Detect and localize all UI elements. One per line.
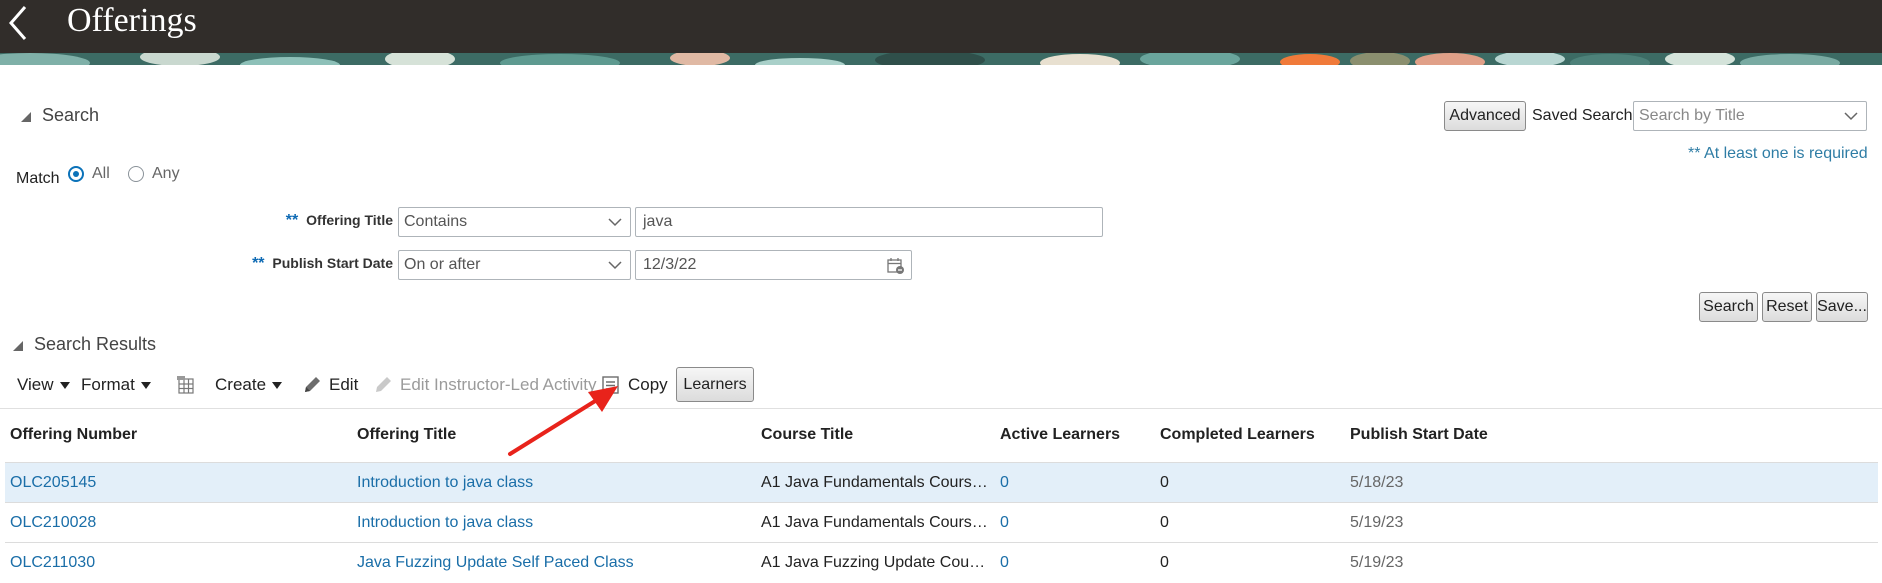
publish-date-operator-select[interactable]: On or after	[398, 250, 631, 280]
page-title: Offerings	[67, 2, 197, 39]
save-search-button[interactable]: Save...	[1816, 292, 1868, 322]
search-section-header[interactable]: Search	[20, 105, 99, 126]
active-learners-link[interactable]: 0	[1000, 554, 1009, 572]
column-header-offering-title[interactable]: Offering Title	[357, 426, 456, 444]
completed-learners-cell: 0	[1160, 514, 1169, 531]
offering-number-link[interactable]: OLC211030	[10, 554, 95, 572]
completed-learners-cell: 0	[1160, 554, 1169, 571]
table-row[interactable]: OLC211030 Java Fuzzing Update Self Paced…	[5, 542, 1878, 583]
offering-title-link[interactable]: Introduction to java class	[357, 514, 533, 532]
match-option-any: Any	[152, 165, 180, 182]
radio-selected-icon	[68, 166, 84, 182]
offering-title-input[interactable]: java	[635, 207, 1103, 237]
match-all-radio[interactable]: All	[68, 165, 110, 183]
reset-button[interactable]: Reset	[1762, 292, 1812, 322]
publish-date-value: 12/3/22	[643, 256, 697, 273]
completed-learners-cell: 0	[1160, 474, 1169, 491]
column-header-active-learners[interactable]: Active Learners	[1000, 426, 1120, 444]
pencil-icon	[376, 377, 391, 392]
view-menu[interactable]: View	[17, 372, 70, 398]
offering-title-label: ** Offering Title	[285, 212, 393, 229]
offering-number-link[interactable]: OLC210028	[10, 514, 96, 532]
offering-number-link[interactable]: OLC205145	[10, 474, 96, 492]
search-section-title: Search	[42, 105, 100, 125]
learners-button[interactable]: Learners	[676, 367, 754, 402]
decorative-banner	[0, 53, 1882, 65]
results-section-title: Search Results	[34, 334, 157, 354]
back-button[interactable]	[4, 3, 34, 43]
publish-date-cell: 5/18/23	[1350, 474, 1404, 491]
match-any-radio[interactable]: Any	[128, 165, 180, 183]
results-section-header[interactable]: Search Results	[12, 334, 156, 355]
edit-button[interactable]: Edit	[302, 372, 358, 398]
offering-title-link[interactable]: Introduction to java class	[357, 474, 533, 492]
page-header: Offerings	[0, 0, 1882, 65]
collapse-triangle-icon	[21, 111, 31, 122]
search-button[interactable]: Search	[1699, 292, 1758, 322]
table-row[interactable]: OLC205145 Introduction to java class A1 …	[5, 462, 1878, 503]
offering-title-operator: Contains	[404, 213, 468, 230]
caret-down-icon	[140, 381, 151, 389]
offering-title-operator-select[interactable]: Contains	[398, 207, 631, 237]
calendar-icon[interactable]	[887, 257, 905, 275]
radio-unselected-icon	[128, 166, 144, 182]
match-option-all: All	[92, 165, 110, 182]
collapse-triangle-icon	[13, 340, 23, 351]
saved-search-label: Saved Search	[1532, 107, 1633, 124]
pencil-icon	[305, 377, 320, 392]
saved-search-placeholder: Search by Title	[1639, 107, 1745, 124]
chevron-left-icon	[9, 6, 27, 40]
required-marker: **	[285, 212, 299, 229]
chevron-down-icon	[1844, 112, 1858, 121]
publish-date-cell: 5/19/23	[1350, 514, 1404, 531]
offering-title-value: java	[643, 213, 673, 230]
table-header: Offering Number Offering Title Course Ti…	[0, 408, 1882, 463]
course-title-cell: A1 Java Fundamentals Cours…	[761, 514, 988, 531]
active-learners-link[interactable]: 0	[1000, 474, 1009, 492]
detach-table-button[interactable]	[176, 372, 196, 398]
detach-table-icon	[177, 376, 194, 394]
required-note: ** At least one is required	[1688, 145, 1868, 162]
advanced-button[interactable]: Advanced	[1444, 101, 1526, 131]
match-label: Match	[16, 170, 60, 187]
caret-down-icon	[272, 381, 283, 389]
course-title-cell: A1 Java Fuzzing Update Cou…	[761, 554, 986, 571]
format-menu[interactable]: Format	[81, 372, 151, 398]
create-menu[interactable]: Create	[215, 372, 283, 398]
table-row[interactable]: OLC210028 Introduction to java class A1 …	[5, 502, 1878, 543]
publish-date-input[interactable]: 12/3/22	[635, 250, 912, 280]
chevron-down-icon	[608, 218, 622, 227]
column-header-completed-learners[interactable]: Completed Learners	[1160, 426, 1315, 444]
annotation-arrow-icon	[508, 386, 618, 456]
column-header-publish-start-date[interactable]: Publish Start Date	[1350, 426, 1488, 444]
publish-date-operator: On or after	[404, 256, 481, 273]
required-marker: **	[252, 255, 265, 272]
publish-date-cell: 5/19/23	[1350, 554, 1404, 571]
caret-down-icon	[59, 381, 70, 389]
column-header-course-title[interactable]: Course Title	[761, 426, 853, 444]
chevron-down-icon	[608, 261, 622, 270]
publish-start-date-label: ** Publish Start Date	[252, 255, 393, 272]
column-header-offering-number[interactable]: Offering Number	[10, 426, 137, 444]
course-title-cell: A1 Java Fundamentals Cours…	[761, 474, 988, 491]
active-learners-link[interactable]: 0	[1000, 514, 1009, 532]
saved-search-select[interactable]: Search by Title	[1633, 101, 1867, 131]
offering-title-link[interactable]: Java Fuzzing Update Self Paced Class	[357, 554, 634, 572]
